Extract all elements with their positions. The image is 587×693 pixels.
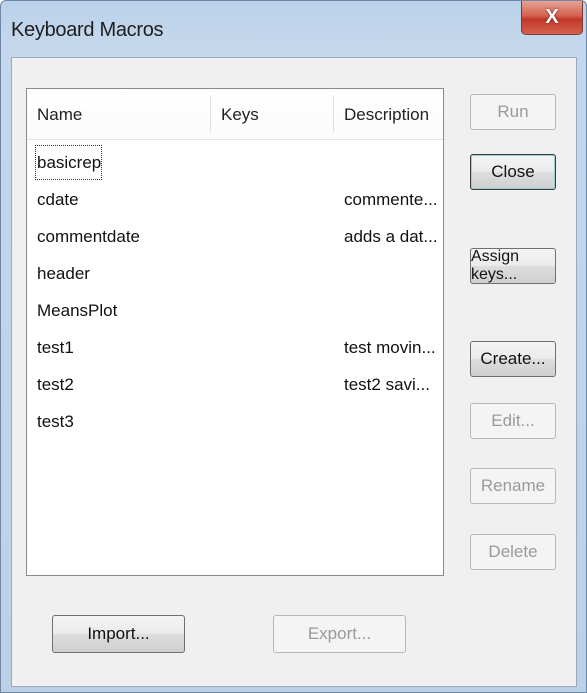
list-item[interactable]: commentdate adds a dat... [27, 218, 443, 255]
list-item[interactable]: test1 test movin... [27, 329, 443, 366]
dialog-body: Name Keys Description basicrep cdate com… [11, 57, 577, 687]
macro-name: header [37, 264, 90, 283]
create-button[interactable]: Create... [470, 341, 556, 377]
macro-keys [221, 181, 331, 218]
edit-button[interactable]: Edit... [470, 403, 556, 439]
title-bar: Keyboard Macros [1, 1, 586, 57]
rename-button[interactable]: Rename [470, 468, 556, 504]
macro-name: basicrep [34, 144, 103, 181]
window-title: Keyboard Macros [11, 19, 164, 41]
list-item[interactable]: test2 test2 savi... [27, 366, 443, 403]
macro-description [344, 292, 442, 329]
macro-keys [221, 292, 331, 329]
macro-description: commente... [344, 190, 438, 209]
close-window-button[interactable]: X [521, 1, 583, 35]
macro-description: adds a dat... [344, 227, 438, 246]
list-item[interactable]: MeansPlot [27, 292, 443, 329]
run-button[interactable]: Run [470, 94, 556, 130]
macro-keys [221, 366, 331, 403]
list-item[interactable]: test3 [27, 403, 443, 440]
macro-keys [221, 144, 331, 181]
close-icon: X [545, 6, 559, 28]
macro-description [344, 403, 442, 440]
macro-description: test movin... [344, 338, 436, 357]
macro-keys [221, 329, 331, 366]
list-item[interactable]: cdate commente... [27, 181, 443, 218]
column-header-description[interactable]: Description [334, 89, 444, 139]
list-item[interactable]: header [27, 255, 443, 292]
import-button[interactable]: Import... [52, 615, 185, 653]
macro-name: test1 [37, 338, 74, 357]
macro-keys [221, 255, 331, 292]
list-header: Name Keys Description [27, 89, 443, 140]
column-header-name[interactable]: Name [27, 89, 210, 139]
macro-keys [221, 218, 331, 255]
export-button[interactable]: Export... [273, 615, 406, 653]
macro-description [344, 255, 442, 292]
macro-name: MeansPlot [37, 301, 118, 320]
macro-name: commentdate [37, 227, 140, 246]
keyboard-macros-dialog: Keyboard Macros X Name Keys Description … [0, 0, 587, 693]
macro-name: cdate [37, 190, 79, 209]
close-button[interactable]: Close [470, 154, 556, 190]
macro-keys [221, 403, 331, 440]
list-item[interactable]: basicrep [27, 144, 443, 181]
macro-name: test3 [37, 412, 74, 431]
column-header-keys[interactable]: Keys [211, 89, 333, 139]
delete-button[interactable]: Delete [470, 534, 556, 570]
assign-keys-button[interactable]: Assign keys... [470, 248, 556, 284]
macro-description [344, 144, 442, 181]
macro-list[interactable]: Name Keys Description basicrep cdate com… [26, 88, 444, 576]
macro-name: test2 [37, 375, 74, 394]
macro-description: test2 savi... [344, 375, 430, 394]
